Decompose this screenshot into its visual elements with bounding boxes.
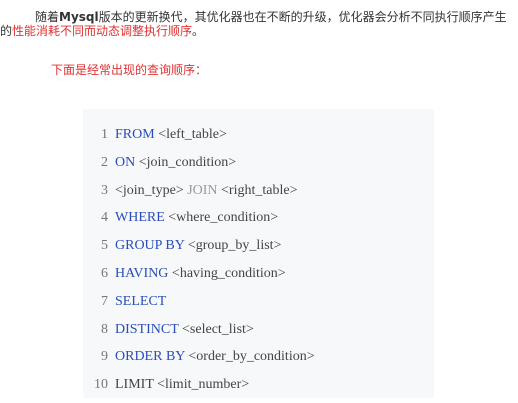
code-keyword: FROM	[115, 127, 155, 142]
line-number: 7	[101, 293, 108, 309]
code-text: <limit_number>	[153, 377, 250, 393]
code-text: <order_by_condition>	[184, 349, 315, 365]
code-keyword: ORDER BY	[115, 349, 185, 365]
code-keyword: DISTINCT	[115, 321, 179, 337]
intro-text-end: 。	[192, 24, 205, 38]
line-number: 8	[101, 321, 108, 337]
code-text: <join_condition>	[135, 154, 237, 170]
line-number: 10	[94, 377, 108, 393]
code-line: 10 LIMIT <limit_number>	[83, 371, 315, 399]
page: { "intro": { "text_part1": "随着", "text_b…	[0, 0, 518, 403]
intro-paragraph: 随着Mysql版本的更新换代，其优化器也在不断的升级，优化器会分析不同执行顺序产…	[0, 10, 514, 38]
line-number: 1	[101, 127, 108, 142]
code-keyword: ON	[115, 154, 136, 170]
code-keyword: GROUP BY	[115, 238, 185, 254]
intro-mysql: Mysql	[59, 10, 99, 24]
code-text: <where_condition>	[164, 210, 279, 226]
line-number: 6	[101, 265, 108, 281]
code-line: 4 WHERE <where_condition>	[83, 204, 315, 232]
line-number: 2	[101, 154, 108, 170]
intro-text-1: 随着	[35, 10, 60, 24]
line-number: 3	[101, 182, 108, 198]
code-keyword: JOIN	[183, 182, 218, 198]
line-number: 9	[101, 349, 108, 365]
code-text: <select_list>	[178, 321, 254, 337]
code-lines: 1 FROM <left_table> 2 ON <join_condition> …	[83, 121, 315, 399]
code-line: 2 ON <join_condition>	[83, 149, 315, 177]
code-line: 8 DISTINCT <select_list>	[83, 316, 315, 344]
intro-highlight: 性能消耗不同而动态调整执行顺序	[12, 24, 193, 38]
code-keyword: HAVING	[115, 265, 169, 281]
code-keyword: SELECT	[115, 293, 167, 309]
code-text: <left_table>	[154, 127, 227, 142]
code-text: <join_type>	[115, 182, 184, 198]
code-line: 7 SELECT	[83, 288, 315, 316]
code-text: <right_table>	[217, 182, 298, 198]
code-line: 9 ORDER BY <order_by_condition>	[83, 343, 315, 371]
subtitle: 下面是经常出现的查询顺序：	[51, 63, 208, 77]
code-keyword: WHERE	[115, 210, 165, 226]
line-number: 5	[101, 238, 108, 254]
line-number: 4	[101, 210, 108, 226]
code-line: 1 FROM <left_table>	[83, 121, 315, 149]
code-line: 3 <join_type> JOIN <right_table>	[83, 177, 315, 205]
code-line: 6 HAVING <having_condition>	[83, 260, 315, 288]
code-text: <having_condition>	[168, 265, 286, 281]
code-block: 1 FROM <left_table> 2 ON <join_condition> …	[83, 109, 434, 398]
code-keyword: LIMIT	[115, 377, 154, 393]
code-text: <group_by_list>	[184, 238, 282, 254]
code-line: 5 GROUP BY <group_by_list>	[83, 232, 315, 260]
